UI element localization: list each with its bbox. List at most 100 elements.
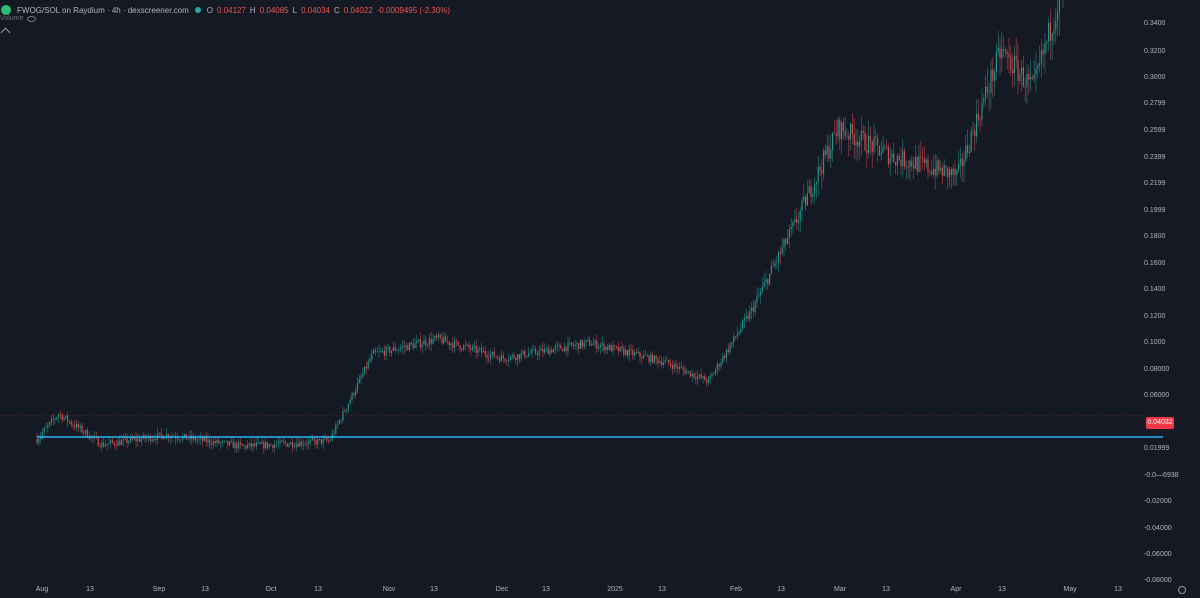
candle [607, 343, 609, 355]
candle [686, 368, 688, 374]
candle [558, 342, 560, 352]
candle [884, 143, 886, 151]
candle [806, 179, 808, 206]
candle [1030, 59, 1032, 91]
token-logo-icon [1, 5, 11, 15]
candle [50, 414, 52, 426]
time-tick-label: Mar [833, 586, 847, 593]
candle [524, 348, 526, 360]
candle [904, 147, 906, 170]
candle [387, 343, 389, 352]
candle [565, 346, 567, 357]
candle [443, 332, 445, 345]
candle [598, 343, 600, 352]
candle [925, 157, 927, 168]
change-value: -0.0009495 (-2.30%) [376, 5, 451, 15]
candle [664, 356, 666, 365]
candle [657, 357, 659, 369]
candle [67, 411, 69, 428]
candle [115, 440, 117, 451]
candle [848, 130, 850, 157]
candle [907, 159, 909, 179]
eye-icon[interactable] [27, 15, 37, 22]
candle [914, 145, 916, 170]
candle [648, 354, 650, 365]
candle [1001, 31, 1003, 72]
drawings[interactable] [0, 377, 1200, 471]
candle [470, 344, 472, 356]
candle [203, 434, 205, 442]
candle [432, 333, 434, 345]
candle [130, 434, 132, 444]
candle [785, 236, 787, 251]
candle [945, 164, 947, 177]
candle [752, 299, 754, 318]
candle [331, 428, 333, 442]
candle [540, 344, 542, 351]
candle [805, 194, 807, 211]
candle [931, 160, 933, 177]
candle [542, 341, 544, 357]
candle [36, 433, 38, 445]
open-label: O [206, 5, 213, 15]
candle [788, 224, 790, 248]
candle [869, 126, 871, 156]
candle [774, 260, 776, 270]
candle [137, 433, 139, 447]
candle [878, 145, 880, 157]
candle [371, 349, 373, 364]
candle [1026, 63, 1028, 105]
candle [643, 350, 645, 360]
candle [365, 361, 367, 375]
candle [193, 432, 195, 443]
candle [871, 139, 873, 169]
candle [369, 354, 371, 363]
candle [1042, 44, 1044, 68]
candle [301, 437, 303, 450]
candle [466, 343, 468, 348]
candle [812, 187, 814, 204]
candle [1035, 51, 1037, 93]
candle [306, 438, 308, 450]
candle [106, 443, 108, 451]
price-tick-label: -0.06000 [1144, 551, 1172, 558]
candle [911, 156, 913, 172]
candle [74, 419, 76, 431]
price-chart[interactable]: FWOG/SOL on Raydium · 4h · dexscreener.c… [0, 0, 1200, 598]
candle [877, 133, 879, 162]
candle [990, 59, 992, 109]
candle [286, 443, 288, 448]
candle [756, 287, 758, 308]
candle [724, 353, 726, 362]
chart-canvas[interactable] [0, 0, 1200, 598]
close-label: C [334, 5, 340, 15]
candle [722, 353, 724, 365]
candle [817, 156, 819, 196]
candle [430, 331, 432, 351]
candle [347, 403, 349, 414]
candle [718, 362, 720, 372]
candle [290, 441, 292, 445]
candle [488, 351, 490, 363]
candle [340, 418, 342, 425]
candle [778, 250, 780, 273]
candle [1046, 39, 1048, 54]
candle [317, 436, 319, 450]
candle [517, 354, 519, 367]
candle [405, 342, 407, 352]
candle [227, 440, 229, 450]
candle [567, 336, 569, 358]
volume-indicator-row: Volume [0, 15, 37, 22]
candle [882, 135, 884, 154]
candle [54, 417, 56, 425]
candle [981, 87, 983, 127]
candle [479, 346, 481, 353]
candle [274, 439, 276, 453]
candle [889, 146, 891, 176]
candle [202, 434, 204, 447]
candle [495, 356, 497, 359]
candle [833, 120, 835, 134]
candle [956, 169, 958, 186]
settings-icon[interactable] [1178, 586, 1186, 594]
candle [972, 121, 974, 137]
